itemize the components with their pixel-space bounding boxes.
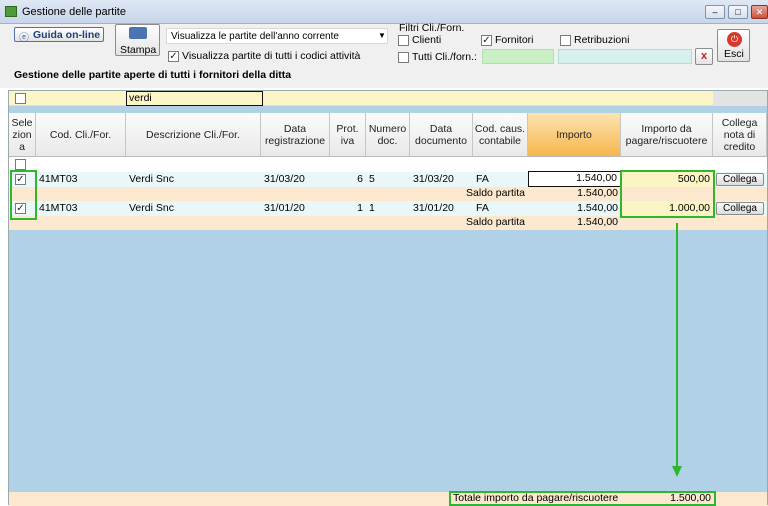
row-doc-date: 31/01/20 xyxy=(413,202,454,214)
col-header-amount[interactable]: Importo xyxy=(528,113,621,157)
filter-row xyxy=(9,91,713,106)
code-filter-input[interactable] xyxy=(482,49,554,64)
chevron-down-icon: ▼ xyxy=(378,31,386,40)
row-code: 41MT03 xyxy=(39,173,78,185)
subtotal-value: 1.540,00 xyxy=(577,216,618,228)
clienti-label: Clienti xyxy=(412,34,442,46)
clienti-checkbox[interactable] xyxy=(398,35,409,46)
retribuzioni-label: Retribuzioni xyxy=(574,34,630,46)
row-num: 1 xyxy=(369,202,375,214)
toolbar: ⓔ Guida on-line Stampa Visualizza le par… xyxy=(0,22,768,88)
subtotal-label: Saldo partita xyxy=(466,187,525,199)
filter-row-spacer xyxy=(713,91,767,106)
collega-button[interactable]: Collega xyxy=(716,173,764,186)
row-description: Verdi Snc xyxy=(129,173,174,185)
fornitori-checkbox[interactable]: ✓ xyxy=(481,35,492,46)
col-header-description[interactable]: Descrizione Cli./For. xyxy=(126,113,261,157)
col-header-prot[interactable]: Prot. iva xyxy=(330,113,366,157)
filter-select-all-checkbox[interactable] xyxy=(15,93,26,104)
collega-button[interactable]: Collega xyxy=(716,202,764,215)
clear-filter-button[interactable]: x xyxy=(695,48,713,65)
tutti-checkbox[interactable] xyxy=(398,52,409,63)
filters-title: Filtri Cli./Forn. xyxy=(399,22,465,34)
down-arrow-icon xyxy=(672,223,682,477)
minimize-button[interactable]: – xyxy=(705,5,725,19)
description-search-input[interactable]: verdi xyxy=(126,91,263,106)
help-button[interactable]: ⓔ Guida on-line xyxy=(14,27,104,44)
partite-grid: verdi Sele zion a Cod. Cli./For. Descriz… xyxy=(8,90,768,506)
col-header-to-pay[interactable]: Importo da pagare/riscuotere xyxy=(621,113,713,157)
row-reg-date: 31/03/20 xyxy=(264,173,305,185)
to-pay-highlight xyxy=(620,170,715,218)
col-header-num[interactable]: Numero doc. xyxy=(366,113,410,157)
period-select-value: Visualizza le partite dell'anno corrente xyxy=(171,31,339,42)
row-num: 5 xyxy=(369,173,375,185)
title-bar: Gestione delle partite – □ ✕ xyxy=(0,0,768,24)
printer-icon xyxy=(129,27,147,39)
exit-button[interactable]: ⏻ Esci xyxy=(717,29,750,62)
tutti-label: Tutti Cli./forn.: xyxy=(412,51,477,63)
row-caus: FA xyxy=(476,202,489,214)
selection-highlight xyxy=(10,170,37,220)
row-prot: 1 xyxy=(357,202,363,214)
period-select[interactable]: Visualizza le partite dell'anno corrente… xyxy=(166,28,388,44)
window-title: Gestione delle partite xyxy=(22,6,126,18)
select-all-checkbox[interactable] xyxy=(15,159,26,170)
clear-icon: x xyxy=(700,50,708,62)
col-header-code[interactable]: Cod. Cli./For. xyxy=(36,113,126,157)
row-amount[interactable]: 1.540,00 xyxy=(528,201,621,216)
col-header-selection[interactable]: Sele zion a xyxy=(9,113,36,157)
print-label: Stampa xyxy=(120,44,157,56)
row-doc-date: 31/03/20 xyxy=(413,173,454,185)
exit-label: Esci xyxy=(724,48,744,60)
total-label: Totale importo da pagare/riscuotere xyxy=(453,492,619,504)
row-amount[interactable]: 1.540,00 xyxy=(528,171,621,187)
row-caus: FA xyxy=(476,173,489,185)
section-heading: Gestione delle partite aperte di tutti i… xyxy=(14,69,292,81)
close-window-button[interactable]: ✕ xyxy=(751,5,768,19)
subtotal-row xyxy=(9,216,767,230)
col-header-doc-date[interactable]: Data documento xyxy=(410,113,473,157)
power-icon: ⏻ xyxy=(727,32,742,47)
row-prot: 6 xyxy=(357,173,363,185)
all-activities-checkbox[interactable]: ✓ xyxy=(168,51,179,62)
col-header-credit[interactable]: Collega nota di credito xyxy=(713,113,767,157)
row-code: 41MT03 xyxy=(39,202,78,214)
print-button[interactable]: Stampa xyxy=(115,24,160,56)
fornitori-label: Fornitori xyxy=(495,34,534,46)
retribuzioni-checkbox[interactable] xyxy=(560,35,571,46)
subtotal-label: Saldo partita xyxy=(466,216,525,228)
help-label: Guida on-line xyxy=(33,29,101,41)
total-value: 1.500,00 xyxy=(670,492,711,504)
help-icon: ⓔ xyxy=(19,33,29,44)
maximize-button[interactable]: □ xyxy=(728,5,748,19)
app-icon xyxy=(5,6,17,17)
subtotal-value: 1.540,00 xyxy=(577,187,618,199)
col-header-caus[interactable]: Cod. caus. contabile xyxy=(473,113,528,157)
description-filter-input[interactable] xyxy=(558,49,692,64)
all-activities-label: Visualizza partite di tutti i codici att… xyxy=(182,50,361,62)
row-reg-date: 31/01/20 xyxy=(264,202,305,214)
col-header-reg-date[interactable]: Data registrazione xyxy=(261,113,330,157)
row-description: Verdi Snc xyxy=(129,202,174,214)
